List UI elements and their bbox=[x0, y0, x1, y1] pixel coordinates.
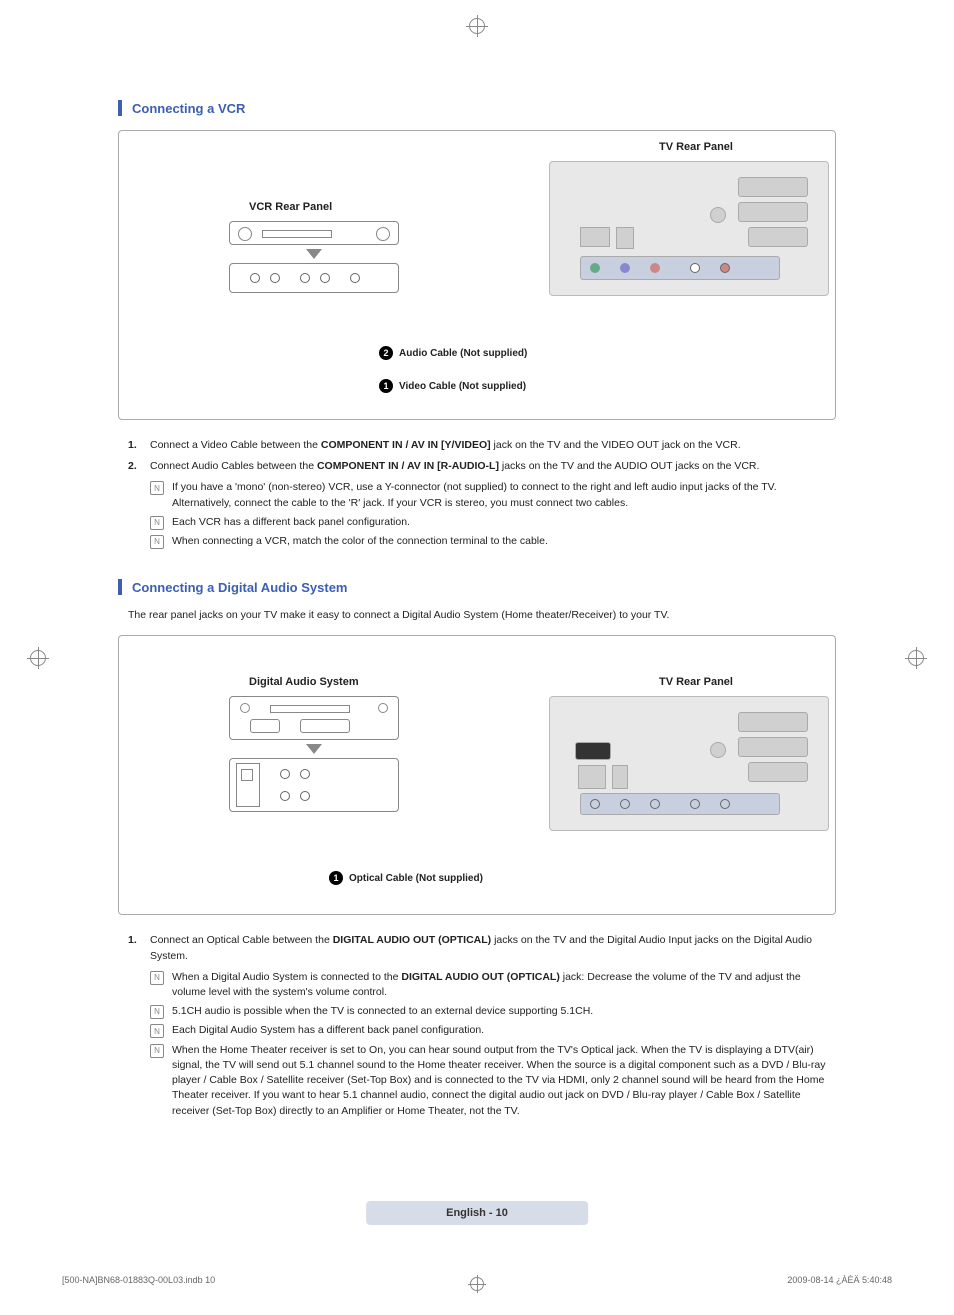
vcr-instructions: 1. Connect a Video Cable between the COM… bbox=[118, 438, 836, 549]
section-heading-vcr: Connecting a VCR bbox=[118, 100, 836, 116]
note-icon: N bbox=[150, 516, 164, 530]
note-item: N 5.1CH audio is possible when the TV is… bbox=[150, 1004, 836, 1019]
section-heading-digital-audio: Connecting a Digital Audio System bbox=[118, 579, 836, 595]
circled-1-icon: 1 bbox=[379, 379, 393, 393]
tv-panel-label: TV Rear Panel bbox=[659, 141, 733, 153]
optical-cable-label: 1 Optical Cable (Not supplied) bbox=[329, 871, 483, 885]
note-icon: N bbox=[150, 481, 164, 495]
note-item: N Each VCR has a different back panel co… bbox=[150, 515, 836, 530]
digital-audio-system-label: Digital Audio System bbox=[249, 676, 359, 688]
section-title: Connecting a Digital Audio System bbox=[132, 580, 347, 595]
note-icon: N bbox=[150, 971, 164, 985]
tv-rear-panel-illustration bbox=[549, 161, 829, 296]
digital-audio-system-illustration bbox=[229, 696, 399, 812]
note-item: N If you have a 'mono' (non-stereo) VCR,… bbox=[150, 480, 836, 510]
instruction-step: 1. Connect a Video Cable between the COM… bbox=[128, 438, 836, 453]
audio-cable-label: 2 Audio Cable (Not supplied) bbox=[379, 346, 527, 360]
page-number-badge: English - 10 bbox=[366, 1201, 588, 1225]
registration-mark-icon bbox=[30, 650, 46, 666]
note-icon: N bbox=[150, 535, 164, 549]
note-icon: N bbox=[150, 1024, 164, 1038]
note-item: N When the Home Theater receiver is set … bbox=[150, 1043, 836, 1119]
tv-panel-label: TV Rear Panel bbox=[659, 676, 733, 688]
note-icon: N bbox=[150, 1044, 164, 1058]
digital-audio-instructions: 1. Connect an Optical Cable between the … bbox=[118, 933, 836, 1118]
registration-mark-icon bbox=[908, 650, 924, 666]
heading-bar-icon bbox=[118, 579, 122, 595]
section-intro: The rear panel jacks on your TV make it … bbox=[128, 609, 836, 621]
section-title: Connecting a VCR bbox=[132, 101, 245, 116]
footer-timestamp: 2009-08-14 ¿ÀÈÄ 5:40:48 bbox=[787, 1275, 892, 1285]
page-content: Connecting a VCR VCR Rear Panel TV Rear … bbox=[58, 30, 896, 1285]
note-item: N Each Digital Audio System has a differ… bbox=[150, 1023, 836, 1038]
registration-mark-icon bbox=[470, 1277, 484, 1291]
circled-1-icon: 1 bbox=[329, 871, 343, 885]
video-cable-label: 1 Video Cable (Not supplied) bbox=[379, 379, 526, 393]
instruction-step: 2. Connect Audio Cables between the COMP… bbox=[128, 459, 836, 474]
digital-audio-diagram: Digital Audio System TV Rear Panel bbox=[118, 635, 836, 915]
vcr-connection-diagram: VCR Rear Panel TV Rear Panel bbox=[118, 130, 836, 420]
vcr-panel-label: VCR Rear Panel bbox=[249, 201, 332, 213]
note-icon: N bbox=[150, 1005, 164, 1019]
circled-2-icon: 2 bbox=[379, 346, 393, 360]
tv-rear-panel-illustration bbox=[549, 696, 829, 831]
vcr-illustration bbox=[219, 221, 409, 301]
heading-bar-icon bbox=[118, 100, 122, 116]
footer-filename: [500-NA]BN68-01883Q-00L03.indb 10 bbox=[62, 1275, 215, 1285]
note-item: N When a Digital Audio System is connect… bbox=[150, 970, 836, 1000]
instruction-step: 1. Connect an Optical Cable between the … bbox=[128, 933, 836, 963]
note-item: N When connecting a VCR, match the color… bbox=[150, 534, 836, 549]
